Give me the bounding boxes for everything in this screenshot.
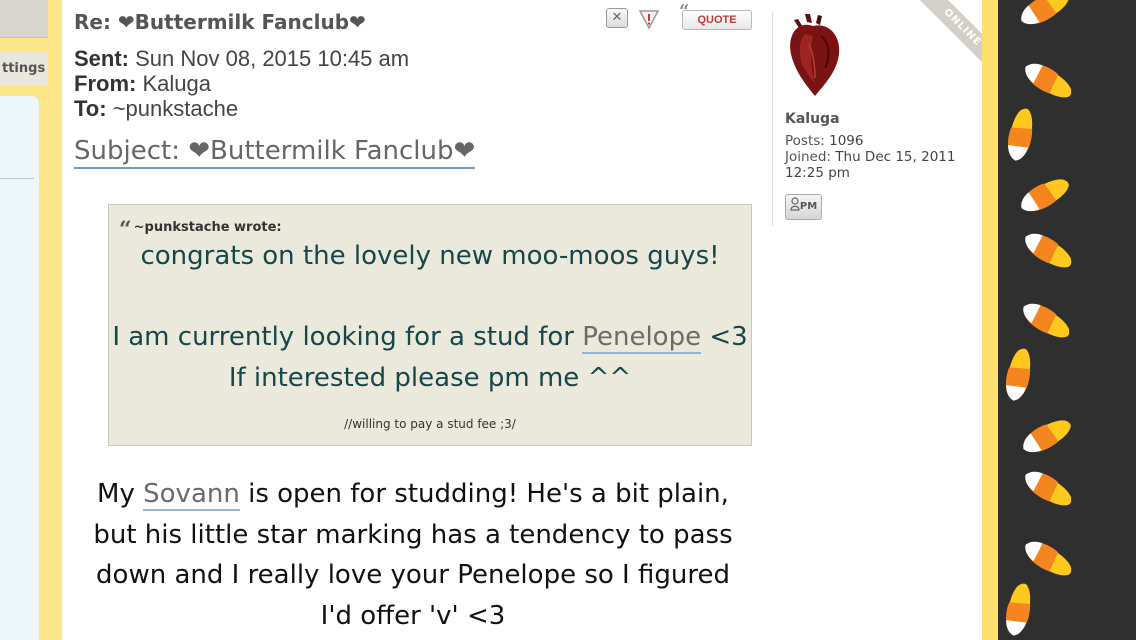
- sidebar-panel: [0, 96, 40, 640]
- to-row: To: ~punkstache: [74, 96, 409, 121]
- decorative-background: [998, 0, 1136, 640]
- body-text-start: My: [97, 479, 144, 509]
- candy-corn-icon: [1021, 179, 1069, 212]
- candy-corn-icon: [1008, 108, 1033, 161]
- sidebar-tab-settings[interactable]: ttings: [0, 52, 48, 86]
- quote-button-label: QUOTE: [697, 14, 737, 26]
- from-label: From:: [74, 71, 137, 96]
- from-value: Kaluga: [142, 71, 211, 96]
- candy-corn-icon: [1025, 233, 1072, 268]
- sidebar-divider: [0, 178, 34, 179]
- pm-button[interactable]: PM: [785, 194, 822, 220]
- quote-line-1: congrats on the lovely new moo-moos guys…: [140, 241, 720, 271]
- subject-line: Subject: ❤Buttermilk Fanclub❤: [74, 136, 476, 169]
- quote-line-2: I am currently looking for a stud for Pe…: [109, 322, 751, 354]
- quote-mark-icon: “: [119, 217, 132, 243]
- anatomical-heart-icon[interactable]: [785, 14, 841, 96]
- posts-value: 1096: [829, 133, 864, 149]
- posts-label: Posts:: [785, 133, 825, 149]
- person-icon: [790, 197, 800, 211]
- candy-corn-icon: [1025, 471, 1072, 506]
- quote-author-text: ~punkstache wrote:: [133, 220, 282, 235]
- quote-line-2-end: <3: [701, 322, 748, 352]
- candy-corn-icon: [1023, 303, 1070, 338]
- online-status: ONLINE: [919, 0, 982, 71]
- online-status-ribbon: ONLINE: [904, 0, 982, 78]
- candy-corn-icon: [1025, 541, 1072, 576]
- from-row: From: Kaluga: [74, 71, 409, 96]
- to-value: ~punkstache: [112, 96, 239, 121]
- quote-line-2-text: I am currently looking for a stud for: [112, 322, 583, 352]
- warning-triangle-icon[interactable]: [638, 8, 660, 30]
- quote-line-3: If interested please pm me ^^: [228, 363, 632, 393]
- message-meta: Sent: Sun Nov 08, 2015 10:45 am From: Ka…: [74, 46, 409, 121]
- sent-label: Sent:: [74, 46, 129, 71]
- candy-corn-icon: [1006, 583, 1031, 636]
- quote-block: “~punkstache wrote: congrats on the love…: [108, 204, 752, 446]
- page-border: [982, 0, 998, 640]
- sent-value: Sun Nov 08, 2015 10:45 am: [135, 46, 410, 71]
- left-sidebar: ttings: [0, 0, 62, 640]
- author-stats: Posts: 1096 Joined: Thu Dec 15, 2011 12:…: [785, 133, 970, 181]
- report-button[interactable]: ✕: [606, 8, 628, 28]
- to-label: To:: [74, 96, 107, 121]
- candy-corn-icon: [1006, 348, 1031, 401]
- candy-corn-icon: [1023, 420, 1071, 453]
- candy-corn-icon: [1021, 0, 1069, 25]
- pm-button-label: PM: [799, 201, 818, 212]
- candy-corn-icon: [1025, 63, 1072, 98]
- quote-mark-icon: “: [679, 1, 690, 22]
- message-post: Re: ❤Buttermilk Fanclub❤ ✕ “ QUOTE Sent:…: [62, 0, 982, 640]
- close-box-icon: ✕: [611, 10, 623, 25]
- posts-row: Posts: 1096: [785, 133, 970, 149]
- penelope-link[interactable]: Penelope: [582, 322, 702, 354]
- sidebar-header: [0, 0, 48, 38]
- quote-footnote: //willing to pay a stud fee ;3/: [344, 417, 516, 431]
- post-body: My Sovann is open for studding! He's a b…: [88, 474, 738, 636]
- joined-row: Joined: Thu Dec 15, 2011 12:25 pm: [785, 149, 970, 181]
- candy-corn-pattern: [1006, 0, 1072, 636]
- joined-label: Joined:: [785, 149, 831, 165]
- quote-author: “~punkstache wrote:: [119, 217, 282, 243]
- post-title: Re: ❤Buttermilk Fanclub❤: [74, 10, 366, 34]
- sovann-link[interactable]: Sovann: [143, 479, 240, 511]
- sent-row: Sent: Sun Nov 08, 2015 10:45 am: [74, 46, 409, 71]
- quote-button[interactable]: “ QUOTE: [679, 3, 752, 30]
- author-username[interactable]: Kaluga: [785, 111, 840, 127]
